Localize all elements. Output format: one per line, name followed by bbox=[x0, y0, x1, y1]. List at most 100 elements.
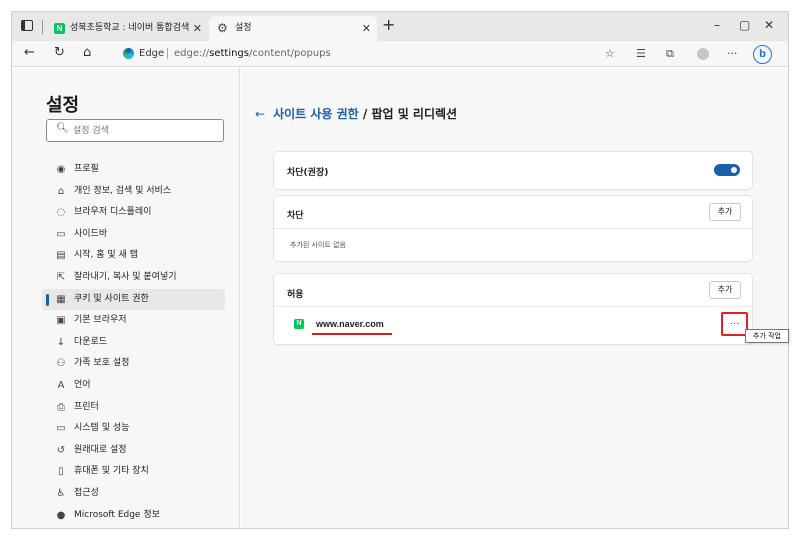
sidebar-item-label: 기본 브라우저 bbox=[74, 315, 127, 326]
sidebar-item-accessibility[interactable]: ♿︎ 접근성 bbox=[42, 483, 225, 505]
refresh-icon[interactable]: ↻ bbox=[54, 45, 65, 61]
back-arrow-icon[interactable]: ← bbox=[255, 107, 265, 121]
breadcrumb-separator: / bbox=[358, 107, 372, 121]
sidebar-item-label: 프린터 bbox=[74, 401, 99, 412]
sidebar-item-privacy[interactable]: ⌂ 개인 정보, 검색 및 서비스 bbox=[42, 181, 225, 203]
sidebar-item-label: 쿠키 및 사이트 권한 bbox=[74, 293, 149, 304]
settings-main: ← 사이트 사용 권한 / 팝업 및 리디렉션 차단(권장) 차단 추가 추가된 … bbox=[241, 68, 788, 528]
sidebar-item-system[interactable]: ▭ 시스템 및 성능 bbox=[42, 418, 225, 440]
sidebar-item-label: 개인 정보, 검색 및 서비스 bbox=[74, 185, 172, 196]
sidebar-item-label: 휴대폰 및 기타 장치 bbox=[74, 466, 149, 477]
back-icon[interactable]: ← bbox=[24, 45, 35, 61]
accessibility-icon: ♿︎ bbox=[56, 487, 66, 499]
block-empty-text: 추가된 사이트 없음 bbox=[290, 241, 346, 249]
naver-icon bbox=[54, 23, 65, 34]
tab-settings[interactable]: ⚙ 설정 ✕ bbox=[209, 16, 377, 41]
profile-icon: ◉ bbox=[56, 164, 66, 175]
download-icon: ↓ bbox=[56, 336, 66, 348]
allow-add-button[interactable]: 추가 bbox=[709, 281, 741, 299]
more-actions-tooltip: 추가 작업 bbox=[745, 329, 789, 343]
palette-icon: ◌ bbox=[56, 207, 66, 219]
home-icon[interactable]: ⌂ bbox=[83, 45, 91, 61]
sidebar-item-label: 접근성 bbox=[74, 487, 99, 498]
tab-divider bbox=[42, 20, 43, 34]
title-bar: 성북초등학교 : 네이버 통합검색 ✕ ⚙ 설정 ✕ + – ▢ ✕ bbox=[12, 12, 788, 41]
collections-icon[interactable]: ⧉ bbox=[666, 46, 674, 62]
sidebar-item-sidebar[interactable]: ▭ 사이드바 bbox=[42, 224, 225, 246]
search-input[interactable] bbox=[73, 123, 213, 138]
new-tab-icon[interactable]: + bbox=[382, 15, 395, 34]
browser-icon: ▣ bbox=[56, 315, 66, 327]
close-icon[interactable]: ✕ bbox=[193, 16, 202, 41]
site-underline-annotation bbox=[312, 333, 392, 335]
favorites-icon[interactable]: ☰ bbox=[636, 46, 646, 62]
allow-list-title: 허용 bbox=[287, 290, 304, 300]
sidebar-item-label: 언어 bbox=[74, 379, 91, 390]
site-identity-label: Edge bbox=[139, 48, 165, 59]
sidebar-item-languages[interactable]: A 언어 bbox=[42, 375, 225, 397]
profile-avatar-icon[interactable] bbox=[697, 48, 709, 60]
blocked-recommended-card: 차단(권장) bbox=[274, 152, 752, 189]
phone-icon: ▯ bbox=[58, 466, 64, 478]
minimize-icon[interactable]: – bbox=[714, 18, 720, 32]
site-name: www.naver.com bbox=[316, 319, 384, 329]
sidebar-item-profile[interactable]: ◉ 프로필 bbox=[42, 159, 225, 181]
language-icon: A bbox=[57, 379, 65, 391]
edge-icon: ● bbox=[56, 509, 66, 521]
breadcrumb-link[interactable]: 사이트 사용 권한 bbox=[273, 107, 359, 121]
home-icon: ▤ bbox=[56, 250, 66, 262]
more-actions-button[interactable]: ··· bbox=[721, 312, 748, 336]
share-icon: ⇱ bbox=[56, 271, 66, 283]
bing-chat-icon[interactable]: b bbox=[753, 45, 772, 64]
address-bar: ← ↻ ⌂ Edge edge://settings/content/popup… bbox=[12, 41, 788, 67]
sidebar-item-appearance[interactable]: ◌ 브라우저 디스플레이 bbox=[42, 202, 225, 224]
sidebar-item-start-home[interactable]: ▤ 시작, 홈 및 새 탭 bbox=[42, 245, 225, 267]
allow-list-card: 허용 추가 www.naver.com ··· bbox=[274, 274, 752, 344]
cookie-icon: ▦ bbox=[56, 293, 66, 305]
page-subtitle: 팝업 및 리디렉션 bbox=[371, 107, 458, 121]
block-add-button[interactable]: 추가 bbox=[709, 203, 741, 221]
block-list-title: 차단 bbox=[287, 211, 304, 221]
maximize-icon[interactable]: ▢ bbox=[739, 18, 750, 32]
tab-actions-icon[interactable] bbox=[21, 20, 33, 31]
divider bbox=[274, 306, 752, 307]
lock-icon: ⌂ bbox=[57, 185, 65, 197]
sidebar-item-label: 프로필 bbox=[74, 164, 99, 174]
edge-icon bbox=[123, 48, 134, 59]
tab-label: 설정 bbox=[235, 23, 252, 33]
sidebar-item-label: 잘라내기, 복사 및 붙여넣기 bbox=[74, 271, 177, 282]
sidebar-item-default-browser[interactable]: ▣ 기본 브라우저 bbox=[42, 310, 225, 332]
url-divider bbox=[167, 48, 168, 59]
sidebar-item-label: 원래대로 설정 bbox=[74, 444, 127, 455]
settings-search[interactable]: 🔍︎ bbox=[46, 119, 224, 142]
sidebar-item-phone-devices[interactable]: ▯ 휴대폰 및 기타 장치 bbox=[42, 461, 225, 483]
favorite-add-icon[interactable]: ☆ bbox=[605, 46, 615, 62]
laptop-icon: ▭ bbox=[56, 423, 66, 435]
sidebar-item-cookies-permissions[interactable]: ▦ 쿠키 및 사이트 권한 bbox=[42, 288, 225, 311]
naver-icon bbox=[294, 319, 304, 329]
reset-icon: ↺ bbox=[56, 444, 66, 456]
sidebar-item-family[interactable]: ⚇ 가족 보호 설정 bbox=[42, 353, 225, 375]
sidebar-item-label: 다운로드 bbox=[74, 336, 108, 347]
browser-window: 성북초등학교 : 네이버 통합검색 ✕ ⚙ 설정 ✕ + – ▢ ✕ ← ↻ ⌂… bbox=[11, 11, 789, 529]
close-icon[interactable]: ✕ bbox=[362, 16, 371, 41]
sidebar-icon: ▭ bbox=[56, 228, 66, 240]
close-window-icon[interactable]: ✕ bbox=[764, 18, 774, 32]
tab-label: 성북초등학교 : 네이버 통합검색 bbox=[70, 23, 190, 33]
tab-naver-search[interactable]: 성북초등학교 : 네이버 통합검색 ✕ bbox=[48, 16, 208, 41]
more-menu-icon[interactable]: ··· bbox=[727, 46, 738, 62]
sidebar-item-label: 시스템 및 성능 bbox=[74, 423, 130, 434]
page-title: 설정 bbox=[46, 95, 80, 116]
sidebar-item-label: 브라우저 디스플레이 bbox=[74, 207, 152, 218]
sidebar-item-label: 사이드바 bbox=[74, 228, 108, 239]
sidebar-item-printers[interactable]: ⎙ 프린터 bbox=[42, 397, 225, 419]
url-text: edge://settings/content/popups bbox=[174, 48, 331, 59]
sidebar-item-reset[interactable]: ↺ 원래대로 설정 bbox=[42, 440, 225, 462]
sidebar-item-share-copy-paste[interactable]: ⇱ 잘라내기, 복사 및 붙여넣기 bbox=[42, 267, 225, 289]
url-input[interactable]: Edge edge://settings/content/popups bbox=[117, 43, 647, 64]
sidebar-item-downloads[interactable]: ↓ 다운로드 bbox=[42, 332, 225, 354]
sidebar-item-about-edge[interactable]: ● Microsoft Edge 정보 bbox=[42, 505, 225, 527]
page-heading: ← 사이트 사용 권한 / 팝업 및 리디렉션 bbox=[255, 105, 457, 122]
blocked-recommended-toggle[interactable] bbox=[714, 164, 740, 176]
sidebar-item-label: 가족 보호 설정 bbox=[74, 358, 130, 369]
